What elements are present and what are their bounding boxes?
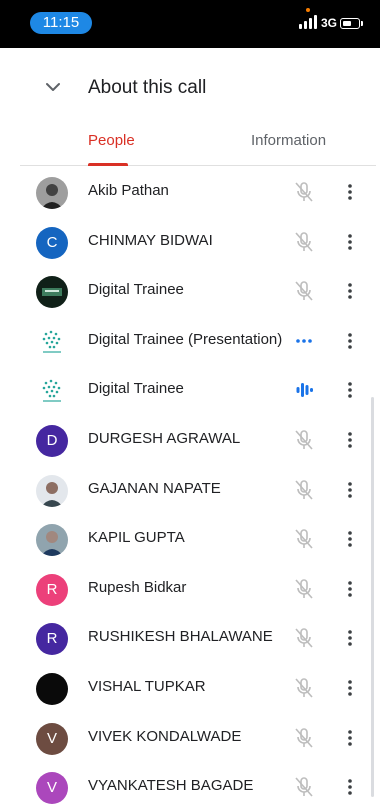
speaking-icon: [292, 378, 316, 402]
participant-row[interactable]: D DURGESH AGRAWAL: [20, 416, 376, 464]
about-call-sheet: About this call People Information Akib …: [20, 57, 376, 805]
mic-off-icon: [292, 775, 316, 799]
chevron-down-icon[interactable]: [46, 82, 60, 92]
avatar: C: [36, 226, 68, 259]
avatar: [36, 276, 68, 309]
participant-name: VIVEK KONDALWADE: [88, 727, 242, 745]
participant-name: VISHAL TUPKAR: [88, 678, 206, 695]
more-options-icon[interactable]: [342, 775, 358, 799]
avatar: R: [36, 573, 68, 606]
participant-name: Rupesh Bidkar: [88, 578, 187, 596]
mic-off-icon: [292, 577, 316, 601]
mic-off-icon: [292, 478, 316, 502]
more-options-icon[interactable]: [342, 378, 358, 402]
participant-name: GAJANAN NAPATE: [88, 479, 221, 497]
more-options-icon[interactable]: [342, 577, 358, 601]
status-time: 11:15: [30, 12, 92, 34]
presenting-icon: [292, 329, 316, 353]
mic-off-icon: [292, 527, 316, 551]
tab-people[interactable]: People: [88, 132, 135, 149]
more-options-icon[interactable]: [342, 626, 358, 650]
more-options-icon[interactable]: [342, 428, 358, 452]
participant-name: Digital Trainee (Presentation): [88, 330, 283, 348]
network-type: 3G: [321, 16, 338, 30]
mic-off-icon: [292, 279, 316, 303]
participant-row[interactable]: Digital Trainee (Presentation): [20, 317, 376, 365]
avatar: [36, 375, 68, 408]
participant-name: CHINMAY BIDWAI: [88, 231, 213, 249]
participant-name: Digital Trainee: [88, 281, 184, 299]
battery-icon: [340, 18, 363, 29]
camera-indicator-dot: [306, 8, 310, 12]
avatar: R: [36, 623, 68, 656]
participant-row[interactable]: Digital Trainee: [20, 366, 376, 414]
more-options-icon[interactable]: [342, 676, 358, 700]
participant-row[interactable]: GAJANAN NAPATE: [20, 466, 376, 514]
more-options-icon[interactable]: [342, 726, 358, 750]
mic-off-icon: [292, 626, 316, 650]
participant-row[interactable]: V VYANKATESH BAGADE: [20, 763, 376, 811]
participant-name: Digital Trainee: [88, 380, 184, 398]
scrollbar[interactable]: [371, 397, 374, 797]
avatar: V: [36, 772, 68, 805]
more-options-icon[interactable]: [342, 527, 358, 551]
more-options-icon[interactable]: [342, 180, 358, 204]
signal-icon: [299, 15, 317, 29]
avatar: V: [36, 722, 68, 755]
participant-name: RUSHIKESH BHALAWANE: [88, 628, 273, 646]
participant-name: DURGESH AGRAWAL: [88, 430, 241, 447]
page-title: About this call: [88, 77, 207, 98]
participant-row[interactable]: C CHINMAY BIDWAI: [20, 218, 376, 266]
participant-row[interactable]: Akib Pathan: [20, 168, 376, 216]
status-bar: 11:15 3G: [0, 0, 380, 48]
participant-row[interactable]: R RUSHIKESH BHALAWANE: [20, 614, 376, 662]
tab-information[interactable]: Information: [251, 132, 326, 149]
avatar: [36, 474, 68, 507]
avatar: [36, 325, 68, 358]
participant-row[interactable]: VISHAL TUPKAR: [20, 664, 376, 712]
participant-name: KAPIL GUPTA: [88, 529, 185, 547]
avatar: [36, 673, 68, 705]
mic-off-icon: [292, 230, 316, 254]
more-options-icon[interactable]: [342, 279, 358, 303]
avatar: D: [36, 425, 68, 457]
mic-off-icon: [292, 726, 316, 750]
participant-row[interactable]: V VIVEK KONDALWADE: [20, 714, 376, 762]
mic-off-icon: [292, 676, 316, 700]
participant-list[interactable]: Akib Pathan C CHINMAY BIDWAI Digital Traine…: [20, 168, 376, 805]
more-options-icon[interactable]: [342, 329, 358, 353]
more-options-icon[interactable]: [342, 478, 358, 502]
avatar: [36, 524, 68, 557]
more-options-icon[interactable]: [342, 230, 358, 254]
participant-name: Akib Pathan: [88, 182, 169, 199]
participant-row[interactable]: KAPIL GUPTA: [20, 515, 376, 563]
active-tab-indicator: [88, 163, 128, 166]
mic-off-icon: [292, 180, 316, 204]
participant-row[interactable]: R Rupesh Bidkar: [20, 565, 376, 613]
participant-name: VYANKATESH BAGADE: [88, 777, 254, 795]
sheet-header: About this call: [20, 57, 376, 119]
avatar: [36, 177, 68, 209]
participant-row[interactable]: Digital Trainee: [20, 267, 376, 315]
mic-off-icon: [292, 428, 316, 452]
tab-bar: People Information: [20, 119, 376, 166]
